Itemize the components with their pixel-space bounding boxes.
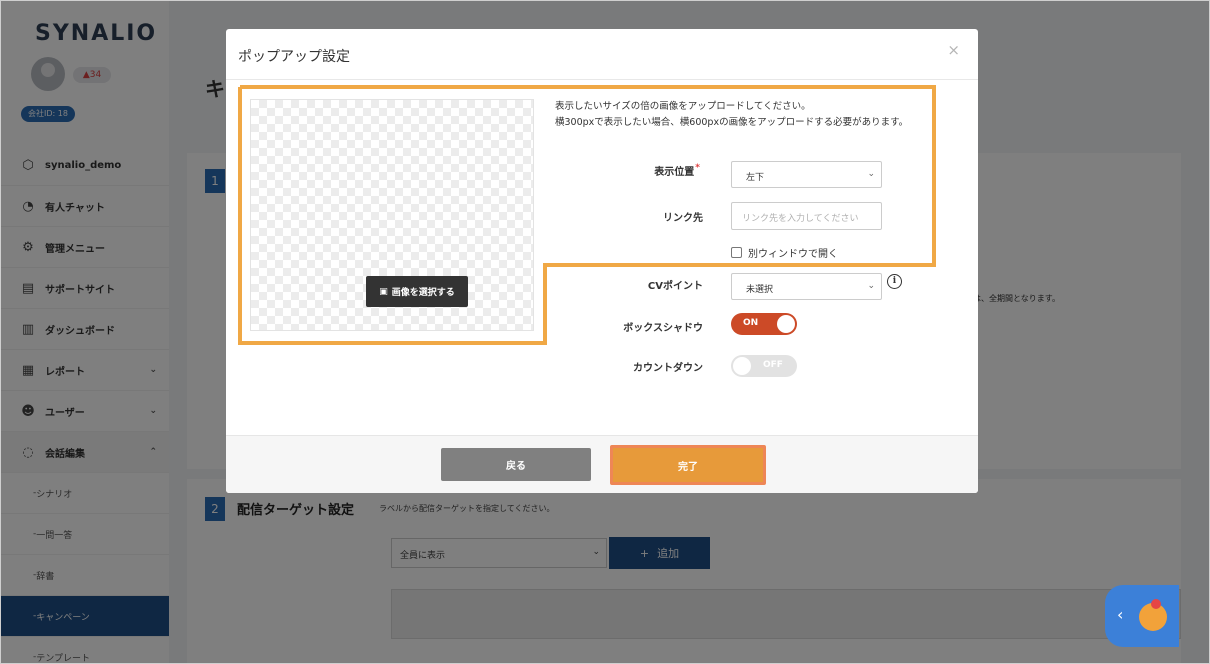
chevron-down-icon: ⌄	[867, 281, 875, 291]
select-image-label: 画像を選択する	[391, 288, 455, 298]
position-select-value: 左下	[746, 173, 765, 183]
select-image-button[interactable]: ▣ 画像を選択する	[366, 276, 468, 307]
close-icon[interactable]: ×	[947, 41, 960, 59]
cv-point-select-value: 未選択	[746, 285, 774, 295]
link-input[interactable]: リンク先を入力してください	[731, 202, 882, 230]
help-text-line2: 横300pxで表示したい場合、横600pxの画像をアップロードする必要があります…	[555, 117, 909, 128]
app-window: SYNALIO ▲34 会社ID: 18 ⬡ synalio_demo ◔ 有人…	[0, 0, 1210, 664]
box-shadow-toggle[interactable]: ON	[731, 313, 797, 335]
modal-title: ポップアップ設定	[238, 49, 350, 65]
toggle-knob	[777, 315, 795, 333]
position-select[interactable]: 左下 ⌄	[731, 161, 882, 188]
image-icon: ▣	[379, 286, 388, 297]
info-icon[interactable]: i	[887, 274, 902, 289]
toggle-knob	[733, 357, 751, 375]
new-window-label: 別ウィンドウで開く	[748, 249, 838, 260]
chat-bot-icon	[1139, 599, 1167, 631]
countdown-label: カウントダウン	[633, 363, 703, 374]
image-preview: ▣ 画像を選択する	[250, 99, 534, 331]
done-button[interactable]: 完了	[610, 445, 766, 485]
position-label: 表示位置*	[654, 163, 700, 178]
help-text-line1: 表示したいサイズの倍の画像をアップロードしてください。	[555, 101, 811, 112]
divider	[226, 79, 978, 80]
countdown-toggle[interactable]: OFF	[731, 355, 797, 377]
upload-help-text: 表示したいサイズの倍の画像をアップロードしてください。 横300pxで表示したい…	[555, 99, 935, 131]
modal-footer	[226, 436, 978, 493]
new-window-option[interactable]: 別ウィンドウで開く	[731, 245, 838, 260]
chevron-left-icon: ‹	[1117, 605, 1124, 624]
cv-point-select[interactable]: 未選択 ⌄	[731, 273, 882, 300]
new-window-checkbox[interactable]	[731, 247, 742, 258]
cv-point-label: CVポイント	[647, 281, 703, 292]
toggle-state-label: OFF	[763, 360, 783, 370]
chevron-down-icon: ⌄	[867, 169, 875, 179]
link-label: リンク先	[663, 213, 703, 224]
popup-settings-modal: ポップアップ設定 × ▣ 画像を選択する 表示したいサイズの倍の画像をアップロー…	[226, 29, 978, 493]
required-mark: *	[695, 163, 700, 173]
chat-widget-button[interactable]: ‹	[1105, 585, 1179, 647]
box-shadow-label: ボックスシャドウ	[623, 323, 703, 334]
toggle-state-label: ON	[743, 318, 759, 328]
back-button[interactable]: 戻る	[441, 448, 591, 481]
